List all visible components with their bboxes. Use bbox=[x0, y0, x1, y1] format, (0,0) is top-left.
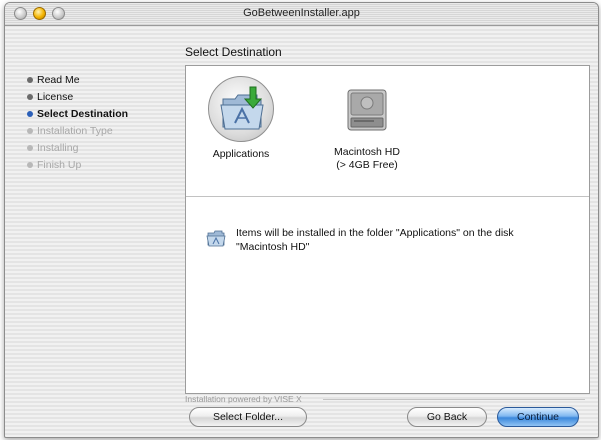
powered-by-label: Installation powered by VISE X bbox=[185, 394, 302, 404]
footer-divider bbox=[323, 399, 585, 400]
applications-folder-icon bbox=[206, 230, 226, 247]
step-bullet-icon bbox=[27, 110, 33, 117]
go-back-button[interactable]: Go Back bbox=[407, 407, 487, 427]
continue-button[interactable]: Continue bbox=[497, 407, 579, 427]
destination-name: Applications bbox=[212, 148, 270, 160]
step-bullet-icon bbox=[27, 93, 33, 100]
install-info: Items will be installed in the folder "A… bbox=[206, 226, 566, 254]
step-label: Select Destination bbox=[37, 107, 129, 120]
step-label: Read Me bbox=[37, 73, 80, 86]
step-installing: Installing bbox=[27, 139, 128, 156]
hd-icon-wrap bbox=[335, 76, 399, 140]
destination-macintosh-hd[interactable]: Macintosh HD (> 4GB Free) bbox=[312, 76, 422, 172]
installer-window: GoBetweenInstaller.app Select Destinatio… bbox=[4, 2, 599, 438]
destination-name: Macintosh HD (> 4GB Free) bbox=[312, 146, 422, 172]
destination-name-text: Macintosh HD bbox=[334, 146, 400, 158]
content-pane: Applications Macintosh HD (> 4GB Free) I… bbox=[185, 65, 590, 394]
step-select-destination: Select Destination bbox=[27, 105, 128, 122]
step-finish-up: Finish Up bbox=[27, 156, 128, 173]
installer-steps: Read Me License Select Destination Insta… bbox=[27, 71, 128, 173]
step-label: Finish Up bbox=[37, 158, 82, 171]
step-license: License bbox=[27, 88, 128, 105]
page-title: Select Destination bbox=[185, 45, 282, 59]
step-installation-type: Installation Type bbox=[27, 122, 128, 139]
hard-disk-icon bbox=[347, 89, 387, 131]
title-bar[interactable]: GoBetweenInstaller.app bbox=[5, 3, 598, 26]
step-bullet-icon bbox=[27, 144, 33, 151]
selection-ring bbox=[208, 76, 274, 142]
step-label: License bbox=[37, 90, 74, 103]
select-folder-button[interactable]: Select Folder... bbox=[189, 407, 307, 427]
step-label: Installing bbox=[37, 141, 79, 154]
window-title: GoBetweenInstaller.app bbox=[243, 7, 360, 19]
destination-list: Applications Macintosh HD (> 4GB Free) bbox=[186, 66, 589, 197]
step-bullet-icon bbox=[27, 161, 33, 168]
step-bullet-icon bbox=[27, 127, 33, 134]
destination-applications[interactable]: Applications bbox=[186, 76, 296, 161]
step-bullet-icon bbox=[27, 76, 33, 83]
destination-free-space: (> 4GB Free) bbox=[336, 159, 398, 171]
install-location-message: Items will be installed in the folder "A… bbox=[236, 227, 514, 253]
step-read-me: Read Me bbox=[27, 71, 128, 88]
applications-folder-icon bbox=[220, 86, 264, 130]
step-label: Installation Type bbox=[37, 124, 113, 137]
